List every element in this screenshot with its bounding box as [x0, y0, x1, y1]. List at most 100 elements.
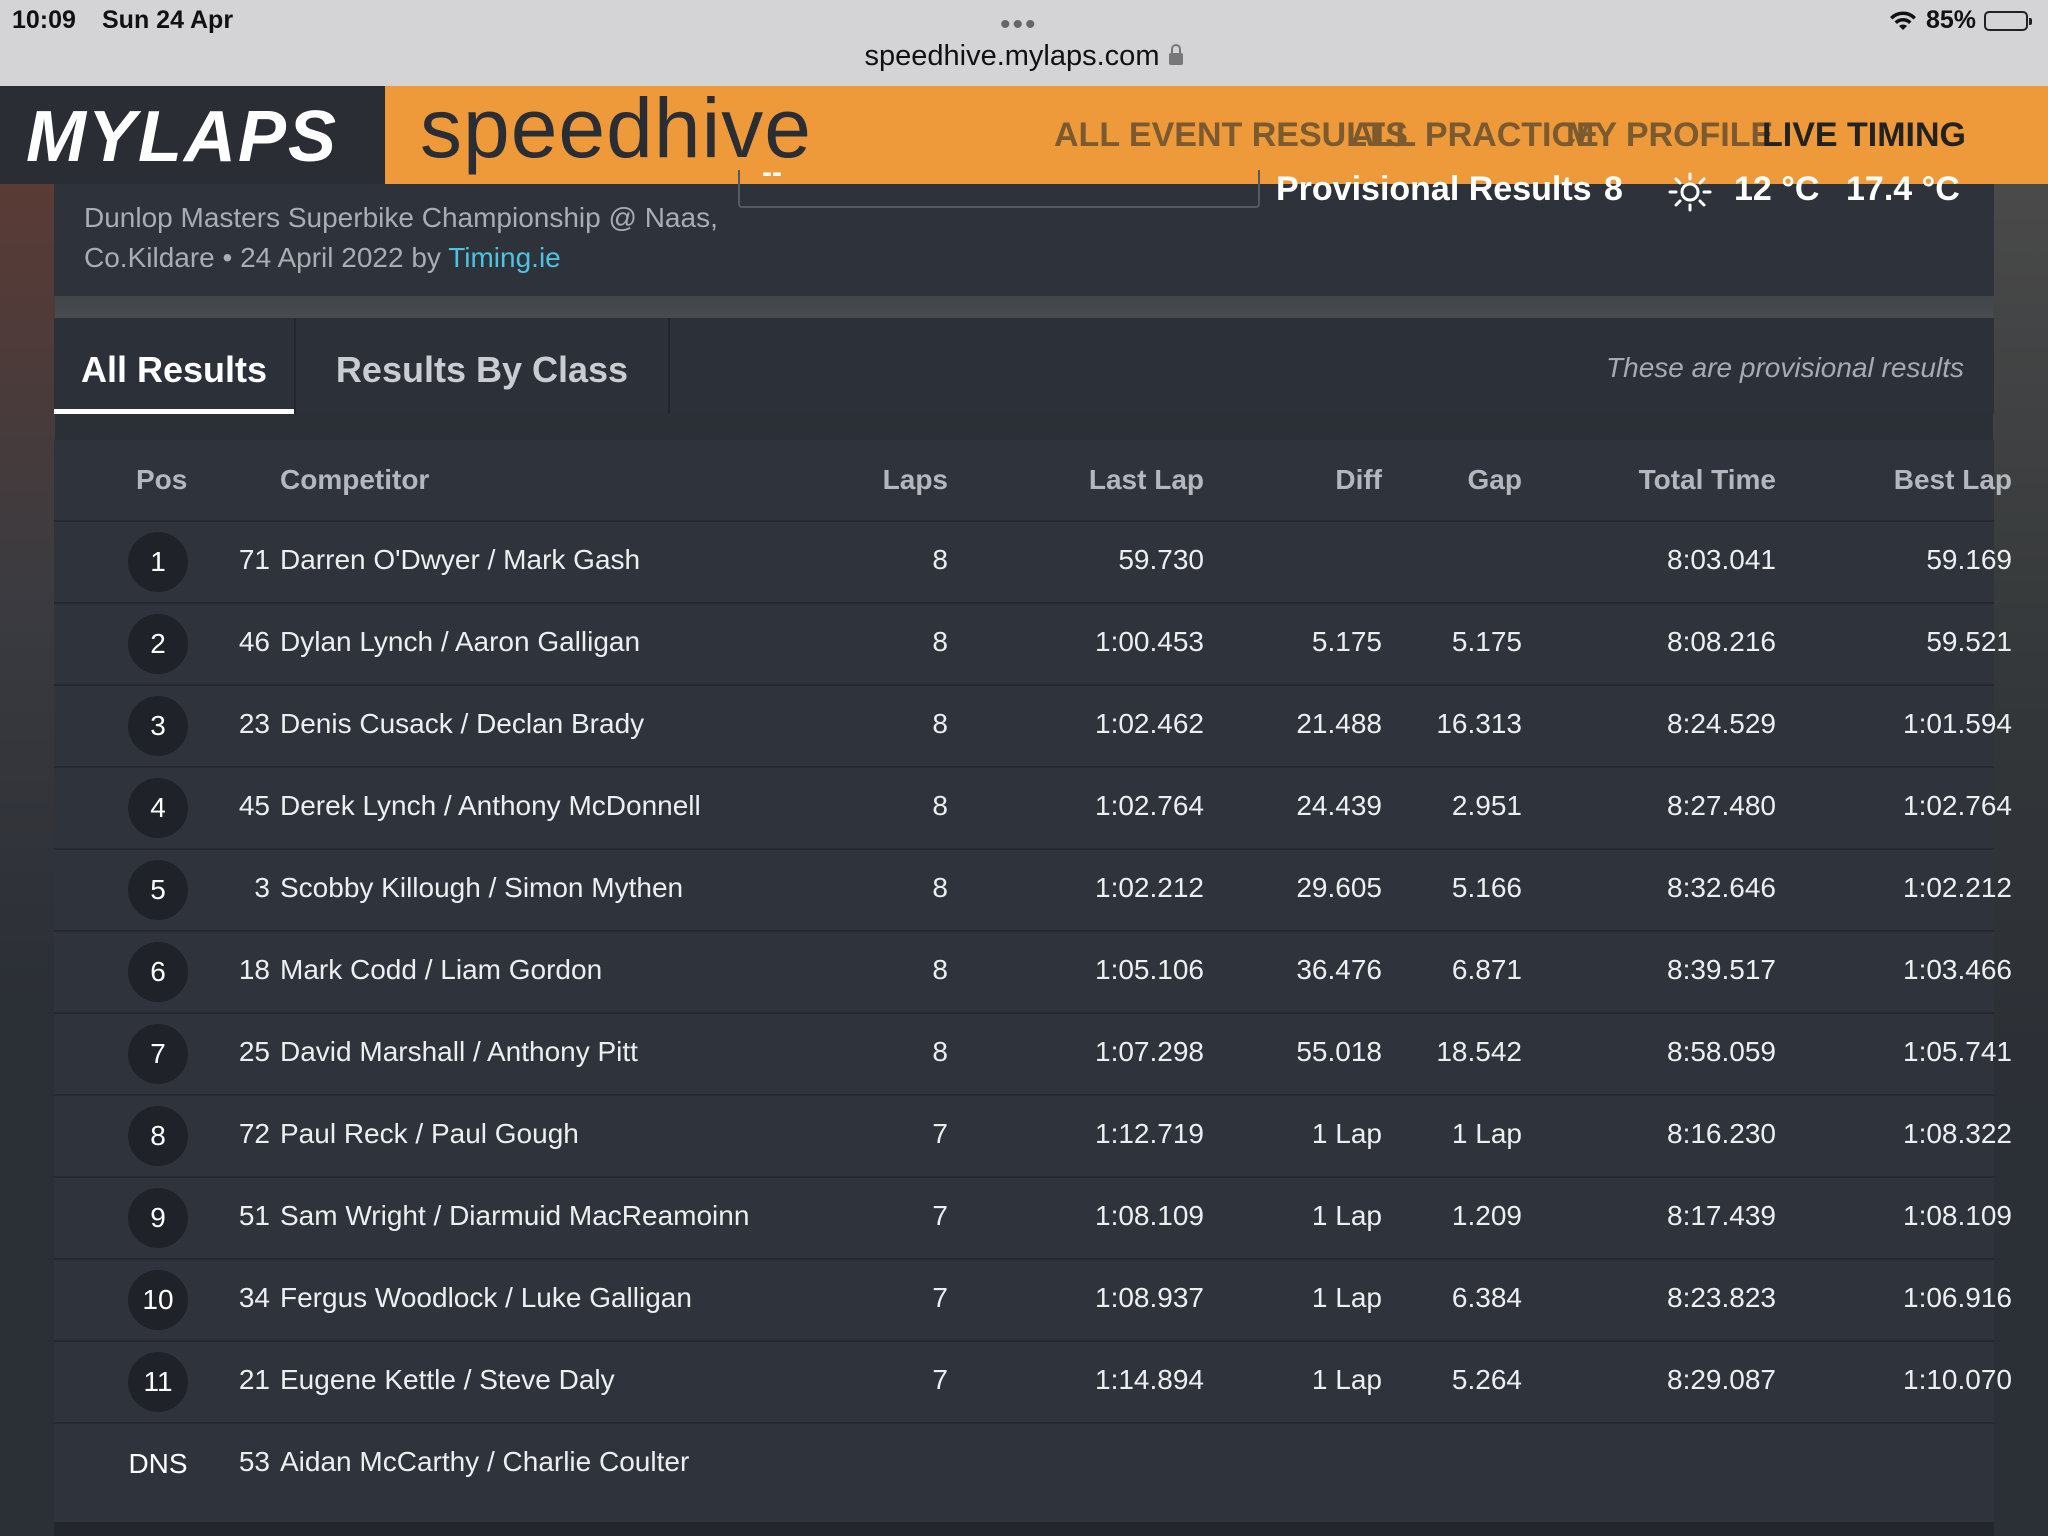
session-select-value: --	[762, 156, 782, 189]
more-dots-icon[interactable]: •••	[1000, 8, 1038, 42]
timing-link[interactable]: Timing.ie	[448, 242, 561, 273]
col-laps[interactable]: Laps	[794, 464, 948, 496]
competitor-name[interactable]: Fergus Woodlock / Luke Galligan	[280, 1282, 800, 1314]
diff-value: 29.605	[1296, 872, 1382, 903]
speedhive-brand[interactable]: speedhive	[420, 80, 812, 177]
best-lap-value: 1:05.741	[1903, 1036, 2012, 1067]
table-row[interactable]: 4 45 Derek Lynch / Anthony McDonnell 8 1:02.…	[54, 766, 2012, 848]
col-gap[interactable]: Gap	[1382, 464, 1522, 496]
table-header: Pos Competitor Laps Last Lap Diff Gap To…	[54, 440, 2012, 520]
laps-value: 8	[932, 1036, 948, 1067]
position-badge: DNS	[128, 1448, 188, 1479]
total-time-value: 8:27.480	[1667, 790, 1776, 821]
car-number: 46	[238, 626, 270, 657]
competitor-name[interactable]: Mark Codd / Liam Gordon	[280, 954, 800, 986]
table-row[interactable]: 6 18 Mark Codd / Liam Gordon 8 1:05.106 36.47…	[54, 930, 2012, 1012]
last-lap-value: 1:02.764	[1095, 790, 1204, 821]
event-subtitle-line1: Dunlop Masters Superbike Championship @ …	[84, 202, 718, 233]
table-row[interactable]: DNS 53 Aidan McCarthy / Charlie Coulter	[54, 1422, 1994, 1504]
clock: 10:09	[12, 6, 76, 34]
total-time-value: 8:39.517	[1667, 954, 1776, 985]
nav-live-timing[interactable]: LIVE TIMING	[1762, 116, 1966, 155]
car-number: 72	[238, 1118, 270, 1149]
competitor-name[interactable]: Aidan McCarthy / Charlie Coulter	[280, 1446, 800, 1478]
competitor-name[interactable]: Paul Reck / Paul Gough	[280, 1118, 800, 1150]
table-row[interactable]: 10 34 Fergus Woodlock / Luke Galligan 7 1:08…	[54, 1258, 2012, 1340]
col-pos[interactable]: Pos	[136, 464, 187, 496]
provisional-note: These are provisional results	[1606, 352, 1964, 383]
sun-icon	[1668, 172, 1712, 212]
gap-value: 5.166	[1451, 872, 1522, 903]
best-lap-value: 1:01.594	[1903, 708, 2012, 739]
car-number: 21	[238, 1364, 270, 1395]
diff-value: 55.018	[1296, 1036, 1382, 1067]
address-bar[interactable]: speedhive.mylaps.com	[0, 40, 2048, 73]
gap-value: 16.313	[1436, 708, 1522, 739]
table-row[interactable]: 11 21 Eugene Kettle / Steve Daly 7 1:14.894 1…	[54, 1340, 2012, 1422]
track-temperature: 17.4 °C	[1846, 170, 1960, 208]
table-row[interactable]: 1 71 Darren O'Dwyer / Mark Gash 8 59.730 8:03…	[54, 520, 2012, 602]
table-row[interactable]: 9 51 Sam Wright / Diarmuid MacReamoinn 7 1:0…	[54, 1176, 2012, 1258]
car-number: 23	[238, 708, 270, 739]
best-lap-value: 59.169	[1926, 544, 2012, 575]
laps-value: 7	[932, 1282, 948, 1313]
competitor-name[interactable]: Eugene Kettle / Steve Daly	[280, 1364, 800, 1396]
table-row[interactable]: 5 3 Scobby Killough / Simon Mythen 8 1:02.21…	[54, 848, 2012, 930]
diff-value: 1 Lap	[1311, 1200, 1382, 1231]
laps-value: 8	[932, 872, 948, 903]
competitor-name[interactable]: Darren O'Dwyer / Mark Gash	[280, 544, 800, 576]
diff-value: 1 Lap	[1311, 1364, 1382, 1395]
position-badge: 1	[128, 532, 188, 592]
laps-value: 8	[932, 708, 948, 739]
best-lap-value: 1:03.466	[1903, 954, 2012, 985]
table-row[interactable]: 2 46 Dylan Lynch / Aaron Galligan 8 1:00.453…	[54, 602, 2012, 684]
total-time-value: 8:58.059	[1667, 1036, 1776, 1067]
table-row[interactable]: 3 23 Denis Cusack / Declan Brady 8 1:02.462 2…	[54, 684, 2012, 766]
nav-all-practice[interactable]: ALL PRACTICE	[1350, 116, 1599, 155]
laps-value: 8	[932, 626, 948, 657]
air-temperature: 12 °C	[1734, 170, 1820, 208]
col-best-lap[interactable]: Best Lap	[1776, 464, 2012, 496]
gap-value: 1.209	[1451, 1200, 1522, 1231]
nav-my-profile[interactable]: MY PROFILE	[1566, 116, 1773, 155]
col-total-time[interactable]: Total Time	[1522, 464, 1776, 496]
last-lap-value: 1:08.937	[1095, 1282, 1204, 1313]
competitor-name[interactable]: Scobby Killough / Simon Mythen	[280, 872, 800, 904]
tab-all-results[interactable]: All Results	[54, 318, 294, 414]
col-last-lap[interactable]: Last Lap	[954, 464, 1204, 496]
competitor-name[interactable]: Denis Cusack / Declan Brady	[280, 708, 800, 740]
wifi-icon	[1888, 10, 1918, 32]
laps-value: 8	[932, 954, 948, 985]
gap-value: 5.175	[1451, 626, 1522, 657]
last-lap-value: 1:12.719	[1095, 1118, 1204, 1149]
battery-percent: 85%	[1925, 6, 1976, 34]
table-row[interactable]: 7 25 David Marshall / Anthony Pitt 8 1:07.29…	[54, 1012, 2012, 1094]
laps-value: 7	[932, 1200, 948, 1231]
last-lap-value: 1:02.212	[1095, 872, 1204, 903]
competitor-name[interactable]: Sam Wright / Diarmuid MacReamoinn	[280, 1200, 800, 1232]
total-time-value: 8:23.823	[1667, 1282, 1776, 1313]
mylaps-logo[interactable]: MYLAPS	[0, 86, 385, 184]
session-select[interactable]: --	[738, 156, 1260, 208]
car-number: 51	[238, 1200, 270, 1231]
competitor-name[interactable]: David Marshall / Anthony Pitt	[280, 1036, 800, 1068]
col-diff[interactable]: Diff	[1204, 464, 1382, 496]
competitor-name[interactable]: Derek Lynch / Anthony McDonnell	[280, 790, 800, 822]
table-row[interactable]: 8 72 Paul Reck / Paul Gough 7 1:12.719 1 Lap 1…	[54, 1094, 2012, 1176]
gap-value: 18.542	[1436, 1036, 1522, 1067]
total-time-value: 8:17.439	[1667, 1200, 1776, 1231]
position-badge: 9	[128, 1188, 188, 1248]
last-lap-value: 1:14.894	[1095, 1364, 1204, 1395]
battery-icon	[1984, 10, 2032, 31]
tab-results-by-class[interactable]: Results By Class	[296, 318, 668, 414]
car-number: 45	[238, 790, 270, 821]
col-competitor[interactable]: Competitor	[280, 464, 429, 496]
total-time-value: 8:32.646	[1667, 872, 1776, 903]
results-table: Pos Competitor Laps Last Lap Diff Gap To…	[54, 440, 2012, 1536]
gap-value: 1 Lap	[1451, 1118, 1522, 1149]
laps-value: 7	[932, 1364, 948, 1395]
laps-count: 8	[1604, 170, 1623, 208]
car-number: 34	[238, 1282, 270, 1313]
lock-icon	[1169, 44, 1184, 65]
competitor-name[interactable]: Dylan Lynch / Aaron Galligan	[280, 626, 800, 658]
